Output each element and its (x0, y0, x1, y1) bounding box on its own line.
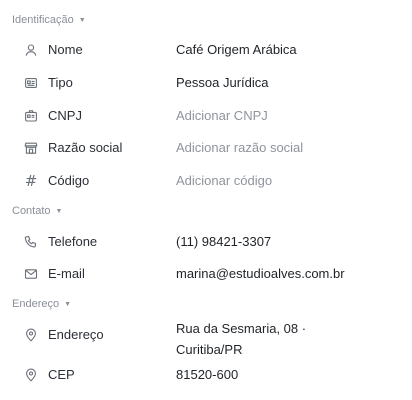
field-label: Endereço (48, 327, 104, 342)
id-card-icon (24, 76, 38, 90)
field-label: Telefone (48, 234, 98, 249)
map-pin-icon (24, 328, 38, 342)
section-header-endereco[interactable]: Endereço ▼ (12, 296, 71, 312)
field-label: E-mail (48, 266, 85, 281)
codigo-input[interactable]: Adicionar código (176, 170, 396, 191)
nome-value[interactable]: Café Origem Arábica (176, 39, 396, 60)
phone-icon (24, 235, 38, 249)
caret-down-icon: ▼ (78, 16, 86, 24)
field-label: CEP (48, 367, 75, 382)
mail-icon (24, 267, 38, 281)
section-title: Endereço (12, 298, 60, 310)
storefront-icon (24, 141, 38, 155)
tipo-value[interactable]: Pessoa Jurídica (176, 72, 396, 93)
field-label: Razão social (48, 140, 123, 155)
caret-down-icon: ▼ (55, 207, 63, 215)
cep-value[interactable]: 81520-600 (176, 364, 396, 385)
email-value[interactable]: marina@estudioalves.com.br (176, 263, 396, 284)
hash-icon: # (24, 172, 38, 190)
caret-down-icon: ▼ (64, 300, 72, 308)
field-label: Nome (48, 42, 83, 57)
endereco-value[interactable]: Rua da Sesmaria, 08 · Curitiba/PR (176, 318, 346, 360)
section-header-contato[interactable]: Contato ▼ (12, 203, 62, 219)
field-label: CNPJ (48, 108, 82, 123)
section-title: Identificação (12, 14, 74, 26)
user-icon (24, 43, 38, 57)
section-header-identificacao[interactable]: Identificação ▼ (12, 12, 86, 28)
field-label: Tipo (48, 75, 73, 90)
section-title: Contato (12, 205, 51, 217)
cnpj-input[interactable]: Adicionar CNPJ (176, 105, 396, 126)
razao-social-input[interactable]: Adicionar razão social (176, 137, 396, 158)
map-pin-icon (24, 368, 38, 382)
field-label: Código (48, 173, 90, 188)
telefone-value[interactable]: (11) 98421-3307 (176, 231, 396, 252)
badge-icon (24, 109, 38, 123)
